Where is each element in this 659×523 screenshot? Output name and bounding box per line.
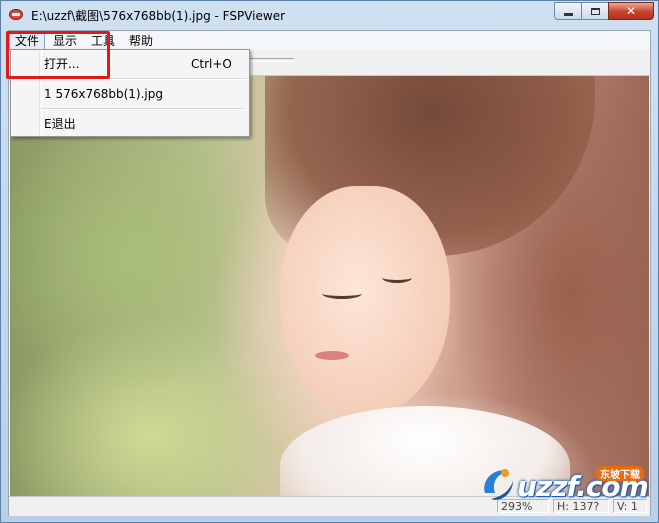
- window-title: E:\uzzf\截图\576x768bb(1).jpg - FSPViewer: [31, 9, 286, 23]
- annotation-highlight-box: [6, 31, 110, 79]
- image-viewer-canvas[interactable]: [10, 76, 649, 496]
- title-bar[interactable]: E:\uzzf\截图\576x768bb(1).jpg - FSPViewer …: [1, 1, 658, 29]
- watermark-logo-icon: [479, 463, 517, 509]
- menu-item-recent-file[interactable]: 1 576x768bb(1).jpg: [13, 83, 247, 105]
- photo-eye-right: [382, 272, 412, 283]
- menu-item-open-shortcut: Ctrl+O: [191, 57, 232, 71]
- window-controls: ✕: [554, 2, 654, 22]
- fspviewer-app-icon[interactable]: [9, 9, 23, 20]
- photo-eye-left: [322, 288, 362, 299]
- minimize-icon: [563, 12, 573, 16]
- minimize-button[interactable]: [554, 2, 582, 20]
- maximize-icon: [590, 7, 600, 15]
- close-icon: ✕: [625, 4, 637, 18]
- photo-face: [280, 186, 450, 416]
- watermark-tag: 东坡下载: [596, 466, 644, 481]
- menu-separator: [41, 108, 246, 110]
- menu-item-recent-file-label: 1 576x768bb(1).jpg: [44, 87, 163, 101]
- site-watermark: uzzf.com 东坡下载: [479, 458, 651, 514]
- menu-help[interactable]: 帮助: [123, 32, 159, 50]
- toolbar-separator: [244, 58, 294, 62]
- close-button[interactable]: ✕: [608, 2, 654, 20]
- app-window: E:\uzzf\截图\576x768bb(1).jpg - FSPViewer …: [0, 0, 659, 523]
- maximize-button[interactable]: [581, 2, 609, 20]
- menu-item-exit-label: E退出: [44, 117, 76, 131]
- photo-mouth: [315, 351, 349, 360]
- menu-item-exit[interactable]: E退出: [13, 113, 247, 135]
